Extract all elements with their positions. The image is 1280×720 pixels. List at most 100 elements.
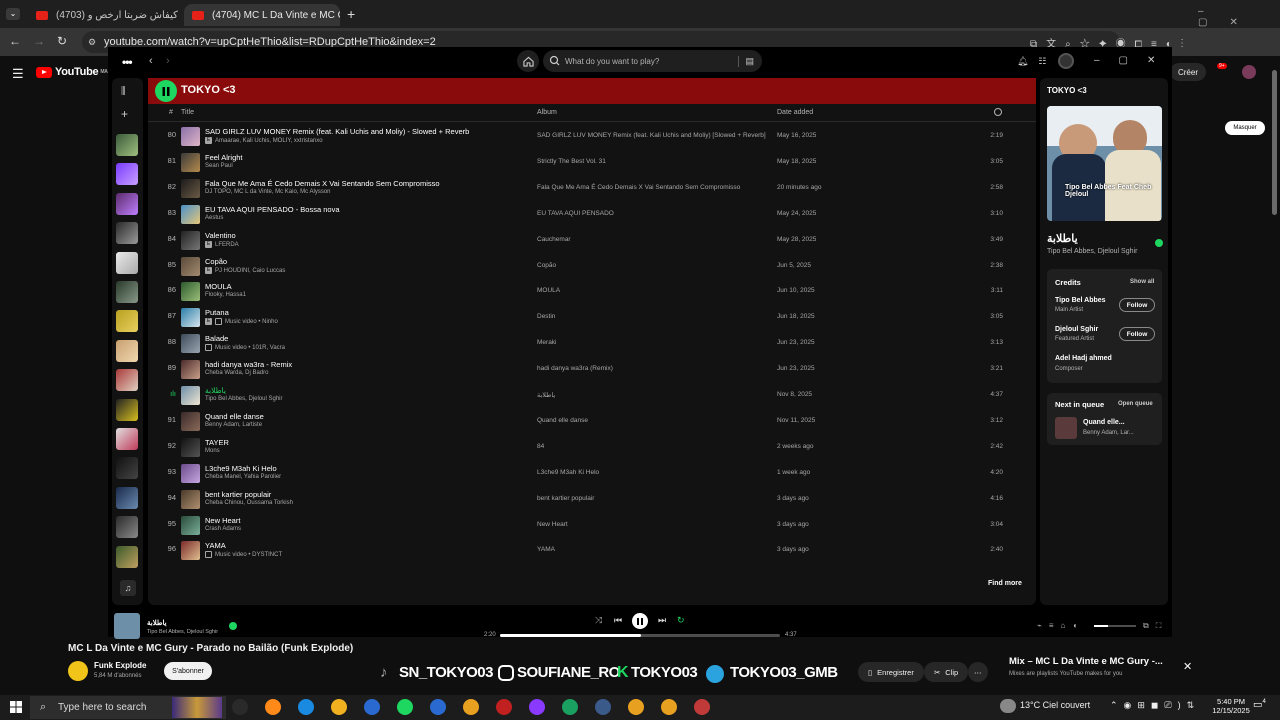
track-artists[interactable]: Music video • 101R, Vacra (205, 344, 285, 351)
track-title[interactable]: SAD GIRLZ LUV MONEY Remix (feat. Kali Uc… (205, 127, 469, 136)
now-playing-title[interactable]: ياطلابة (147, 619, 167, 627)
now-playing-cover[interactable] (114, 613, 140, 639)
library-playlist-cover[interactable] (116, 134, 138, 156)
track-album[interactable]: YAMA (537, 546, 555, 553)
clip-button[interactable]: ✂ Clip (924, 662, 969, 682)
track-title[interactable]: Valentino (205, 231, 236, 240)
track-title[interactable]: EU TAVA AQUI PENSADO - Bossa nova (205, 205, 340, 214)
tab-inactive[interactable]: ها كيفاش ضربتا ارخص و (4703)✕ (28, 4, 180, 26)
track-album[interactable]: New Heart (537, 521, 568, 528)
repeat-icon[interactable]: ↻ (677, 615, 685, 626)
track-row[interactable]: 96 YAMA Music video • DYSTINCT YAMA 3 days a… (148, 537, 1036, 563)
track-row[interactable]: 80 SAD GIRLZ LUV MONEY Remix (feat. Kali … (148, 123, 1036, 149)
home-button[interactable] (517, 50, 539, 72)
spotify-icon[interactable] (397, 699, 413, 715)
saved-check-icon[interactable] (1155, 239, 1163, 247)
track-title[interactable]: New Heart (205, 516, 240, 525)
track-artists[interactable]: Aestus (205, 215, 223, 221)
spotify-back-icon[interactable]: ‹ (149, 55, 153, 67)
chrome-icon[interactable] (463, 699, 479, 715)
notif-friends-icons[interactable]: 🔔︎☷ (1017, 56, 1057, 67)
next-icon[interactable]: ⏭ (658, 615, 666, 626)
weather-text[interactable]: 13°C Ciel couvert (1020, 700, 1090, 710)
open-queue-link[interactable]: Open queue (1118, 401, 1153, 407)
chrome-active-icon[interactable] (661, 699, 677, 715)
track-row[interactable]: 88 Balade Music video • 101R, Vacra Meraki J… (148, 330, 1036, 356)
discord-icon[interactable] (529, 699, 545, 715)
mail-icon[interactable] (430, 699, 446, 715)
queue-artist[interactable]: Benny Adam, Lar... (1083, 430, 1134, 436)
library-playlist-cover[interactable] (116, 369, 138, 392)
tab-active[interactable]: (4704) MC L Da Vinte e MC Gury✕ (184, 4, 340, 26)
page-scrollbar[interactable] (1272, 70, 1277, 215)
library-playlist-cover[interactable] (116, 281, 138, 303)
col-header-date[interactable]: Date added (777, 109, 813, 116)
track-album[interactable]: Cauchemar (537, 236, 571, 243)
track-title[interactable]: Feel Alright (205, 153, 243, 162)
track-artists[interactable]: E Amaarae, Kali Uchis, MOLIY, xxtristanxo (205, 137, 323, 144)
track-artists[interactable]: E Music video • Ninho (205, 318, 278, 325)
track-title[interactable]: ياطلابة (205, 386, 226, 395)
library-playlist-cover[interactable] (116, 339, 138, 362)
track-row[interactable]: 95 New Heart Crash Adams New Heart 3 days ag… (148, 512, 1036, 538)
track-artists[interactable]: E PJ HOUDINI, Caio Luccas (205, 266, 285, 274)
library-playlist-cover[interactable] (116, 398, 138, 421)
playlist-pause-button[interactable] (155, 80, 177, 102)
mix-close-icon[interactable]: ✕ (1183, 660, 1192, 673)
create-button[interactable]: Créer (1170, 63, 1206, 81)
track-artists[interactable]: Crash Adams (205, 526, 241, 532)
task-view-icon[interactable] (232, 699, 248, 715)
track-row[interactable]: 94 bent kartier populair Cheba Chinou, Ous… (148, 486, 1036, 512)
track-row[interactable]: 93 L3che9 M3ah Ki Helo Cheba Manel, Yahia … (148, 460, 1036, 486)
library-icon[interactable]: ⫼ (121, 86, 126, 97)
library-playlist-cover[interactable] (116, 251, 138, 274)
col-header-title[interactable]: Title (181, 109, 194, 116)
channel-name[interactable]: Funk Explode (94, 661, 146, 670)
track-artists[interactable]: Cheba Manel, Yahia Parolier (205, 474, 281, 480)
edge-icon[interactable] (298, 699, 314, 715)
track-album[interactable]: MOULA (537, 287, 560, 294)
track-artists[interactable]: Tipo Bel Abbes, Djeloul Sghir (205, 396, 283, 402)
track-title[interactable]: MOULA (205, 282, 232, 291)
spotify-forward-icon[interactable]: › (166, 55, 170, 67)
file-explorer-icon[interactable] (331, 699, 347, 715)
track-album[interactable]: Destin (537, 313, 555, 320)
track-album[interactable]: hadi danya wa3ra (Remix) (537, 365, 613, 372)
track-row[interactable]: 89 hadi danya wa3ra - Remix Cheba Warda, D… (148, 356, 1036, 382)
tab-search-chevron-icon[interactable]: ⌄ (6, 8, 20, 20)
miniplayer-fullscreen-icons[interactable]: ⧉⛶ (1143, 621, 1168, 631)
credit-name[interactable]: Djeloul Sghir (1055, 326, 1098, 333)
hide-button[interactable]: Masquer (1225, 121, 1265, 135)
library-playlist-cover[interactable] (116, 545, 138, 568)
reload-icon[interactable]: ↻ (57, 34, 67, 48)
clock[interactable]: 5:40 PM 12/15/2025 (1209, 697, 1253, 715)
store-icon[interactable] (364, 699, 380, 715)
app-icon[interactable] (496, 699, 512, 715)
track-row[interactable]: ılı ياطلابة Tipo Bel Abbes, Djeloul Sghir ي… (148, 382, 1036, 408)
player-extra-controls[interactable]: ⌁≡⌂◖ (1037, 621, 1084, 630)
spotify-profile-avatar[interactable] (1058, 53, 1074, 69)
track-row[interactable]: 91 Quand elle danse Benny Adam, Lartiste Qu… (148, 408, 1036, 434)
track-title[interactable]: Balade (205, 334, 228, 343)
track-row[interactable]: 84 Valentino E LFERDA Cauchemar May 28, 2025 3… (148, 227, 1036, 253)
track-title[interactable]: Quand elle danse (205, 412, 264, 421)
track-title[interactable]: Putana (205, 308, 229, 317)
subscribe-button[interactable]: S'abonner (164, 662, 212, 680)
panel-song-title[interactable]: ياطلابة (1047, 232, 1078, 245)
track-album[interactable]: Quand elle danse (537, 417, 588, 424)
track-artists[interactable]: Cheba Warda, Dj Badro (205, 370, 268, 376)
shuffle-icon[interactable]: ⤨ (595, 615, 602, 626)
library-playlist-cover[interactable] (116, 163, 138, 186)
track-title[interactable]: YAMA (205, 541, 226, 550)
follow-button[interactable]: Follow (1119, 298, 1155, 312)
track-title[interactable]: TAYER (205, 438, 229, 447)
track-artists[interactable]: E LFERDA (205, 240, 239, 248)
previous-icon[interactable]: ⏮ (614, 615, 622, 626)
liked-check-icon[interactable] (229, 622, 237, 630)
app-icon[interactable] (562, 699, 578, 715)
track-title[interactable]: L3che9 M3ah Ki Helo (205, 464, 277, 473)
credit-name[interactable]: Adel Hadj ahmed (1055, 355, 1112, 362)
track-album[interactable]: Copão (537, 262, 556, 269)
youtube-logo[interactable]: YouTube MA (36, 66, 108, 78)
track-album[interactable]: 84 (537, 443, 544, 450)
